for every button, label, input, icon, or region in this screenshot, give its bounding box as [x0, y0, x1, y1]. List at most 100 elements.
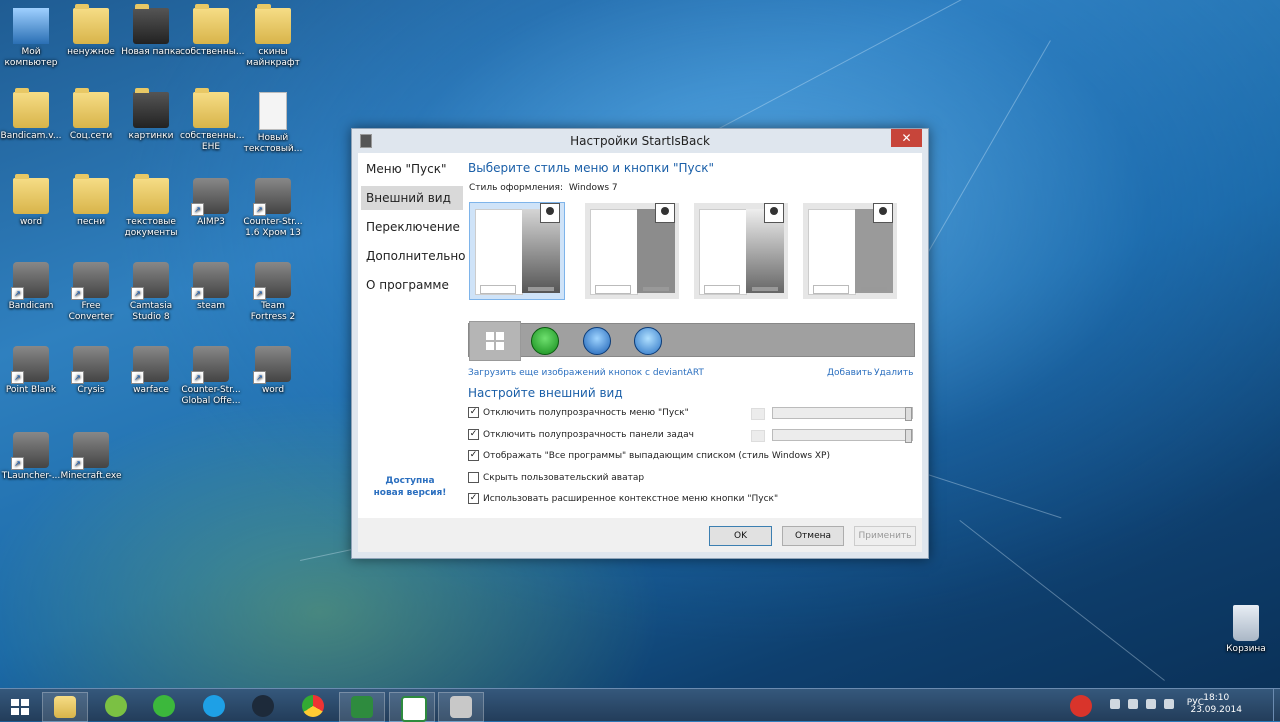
nav-advanced[interactable]: Дополнительно — [361, 244, 466, 268]
remove-link[interactable]: Удалить — [874, 368, 913, 378]
desktop-icon[interactable]: word — [0, 174, 62, 228]
desktop-icon[interactable]: Bandicam.v... — [0, 88, 62, 142]
style-thumb-2[interactable] — [585, 203, 679, 299]
taskbar-chrome[interactable] — [291, 692, 335, 720]
nav-start-menu[interactable]: Меню "Пуск" — [361, 157, 463, 181]
desktop-icon[interactable]: Мой компьютер — [0, 8, 62, 69]
tray-action-center-icon[interactable] — [1128, 699, 1138, 709]
desktop-icon[interactable]: скины майнкрафт — [242, 4, 304, 69]
style-thumb-3[interactable] — [694, 203, 788, 299]
taskbar-steam[interactable] — [241, 692, 285, 720]
color-swatch[interactable] — [751, 430, 765, 442]
desktop-icon-label: Free Converter — [68, 301, 114, 322]
taskbar-transparency-slider[interactable] — [772, 429, 913, 443]
style-thumb-1[interactable] — [469, 202, 565, 300]
desktop-icon[interactable]: текстовые документы — [120, 174, 182, 239]
desktop-icon[interactable]: Counter-Str... Global Offe... — [180, 346, 242, 407]
taskbar-agent[interactable] — [142, 692, 186, 720]
taskbar-camtasia-recorder[interactable] — [389, 692, 435, 722]
dialog-title: Настройки StartIsBack — [570, 134, 710, 148]
color-swatch[interactable] — [751, 408, 765, 420]
checkbox-checked[interactable]: ✓ — [468, 450, 479, 461]
load-more-link[interactable]: Загрузить еще изображений кнопок с devia… — [468, 368, 704, 378]
new-version-link[interactable]: Доступна новая версия! — [372, 475, 448, 499]
clock[interactable]: 18:10 23.09.2014 — [1190, 692, 1242, 716]
desktop-icon-label: AIMP3 — [197, 217, 225, 227]
option-all-programs-dropdown[interactable]: ✓ Отображать "Все программы" выпадающим с… — [468, 449, 830, 463]
folder-icon — [193, 88, 229, 128]
taskbar-explorer[interactable] — [42, 692, 88, 722]
folder-icon — [73, 174, 109, 214]
desktop-icon[interactable]: собственны... — [180, 4, 245, 58]
desktop-icon[interactable]: warface — [120, 346, 182, 396]
menu-transparency-slider[interactable] — [772, 407, 913, 421]
checkbox-checked[interactable]: ✓ — [468, 429, 479, 440]
desktop-icon[interactable]: картинки — [120, 88, 182, 142]
apply-button[interactable]: Применить — [854, 526, 916, 546]
tray-volume-icon[interactable] — [1164, 699, 1174, 709]
option-menu-transparency[interactable]: ✓ Отключить полупрозрачность меню "Пуск" — [468, 406, 689, 420]
desktop-icon[interactable]: собственны... EHE — [180, 88, 245, 153]
text-document-icon — [259, 92, 287, 130]
tray-display-icon[interactable] — [1146, 699, 1156, 709]
desktop-icon[interactable]: TLauncher-... — [0, 432, 62, 482]
folder-icon — [255, 4, 291, 44]
desktop-icon-label: Новая папка — [121, 47, 181, 57]
start-button[interactable] — [0, 692, 40, 720]
desktop-icon[interactable]: Minecraft.exe — [60, 432, 122, 482]
style-thumb-4[interactable] — [803, 203, 897, 299]
desktop-icon-label: warface — [133, 385, 169, 395]
desktop-icon[interactable]: Team Fortress 2 — [242, 262, 304, 323]
desktop-icon[interactable]: Crysis — [60, 346, 122, 396]
option-hide-avatar[interactable]: Скрыть пользовательский аватар — [468, 471, 644, 485]
show-desktop-button[interactable] — [1273, 689, 1280, 721]
checkbox-checked[interactable]: ✓ — [468, 493, 479, 504]
checkbox-checked[interactable]: ✓ — [468, 407, 479, 418]
desktop-icon[interactable]: word — [242, 346, 304, 396]
desktop-icon-label: Camtasia Studio 8 — [129, 301, 173, 322]
taskbar-skype[interactable] — [192, 692, 236, 720]
desktop-icon[interactable]: Bandicam — [0, 262, 62, 312]
taskbar-camtasia[interactable] — [339, 692, 385, 722]
tray-notification-app[interactable] — [1062, 692, 1100, 720]
nav-appearance[interactable]: Внешний вид — [361, 186, 463, 210]
taskbar-utorrent[interactable] — [94, 692, 138, 720]
tray-chevron-up-icon[interactable] — [1110, 699, 1120, 709]
desktop-icon[interactable]: Free Converter — [60, 262, 122, 323]
desktop-icon[interactable]: AIMP3 — [180, 178, 242, 228]
desktop-icon[interactable]: Point Blank — [0, 346, 62, 396]
app-icon — [191, 262, 229, 300]
checkbox-unchecked[interactable] — [468, 472, 479, 483]
app-icon — [131, 346, 169, 384]
desktop-icon[interactable]: Counter-Str... 1.6 Хром 13 — [242, 178, 304, 239]
desktop-icon[interactable]: песни — [60, 174, 122, 228]
recycle-bin-icon[interactable]: Корзина — [1215, 605, 1277, 655]
start-button-win7-b[interactable] — [634, 327, 662, 355]
user-avatar-icon — [764, 203, 784, 223]
nav-switching[interactable]: Переключение — [361, 215, 463, 239]
desktop-icon-label: Counter-Str... Global Offe... — [181, 385, 241, 406]
taskbar-startisback[interactable] — [438, 692, 484, 722]
desktop-icon-label: Crysis — [77, 385, 105, 395]
ok-button[interactable]: OK — [709, 526, 772, 546]
cancel-button[interactable]: Отмена — [782, 526, 844, 546]
start-button-green[interactable] — [531, 327, 559, 355]
close-button[interactable]: ✕ — [891, 129, 922, 147]
desktop-icon[interactable]: Новый текстовый... — [242, 92, 304, 155]
start-button-win8[interactable] — [469, 321, 521, 361]
folder-doc-icon — [13, 174, 49, 214]
desktop-icon[interactable]: Новая папка — [120, 4, 182, 58]
add-link[interactable]: Добавить — [827, 368, 872, 378]
option-label: Отображать "Все программы" выпадающим сп… — [483, 451, 830, 461]
nav-about[interactable]: О программе — [361, 273, 463, 297]
desktop-icon[interactable]: ненужное — [60, 4, 122, 58]
option-extended-context-menu[interactable]: ✓ Использовать расширенное контекстное ме… — [468, 492, 778, 506]
desktop-icon-label: word — [261, 385, 285, 395]
desktop-icon[interactable]: steam — [180, 262, 242, 312]
title-bar[interactable]: Настройки StartIsBack ✕ — [352, 129, 928, 153]
desktop-icon[interactable]: Соц.сети — [60, 88, 122, 142]
option-taskbar-transparency[interactable]: ✓ Отключить полупрозрачность панели задач — [468, 428, 694, 442]
app-icon — [71, 346, 109, 384]
start-button-win7-a[interactable] — [583, 327, 611, 355]
desktop-icon[interactable]: Camtasia Studio 8 — [120, 262, 182, 323]
